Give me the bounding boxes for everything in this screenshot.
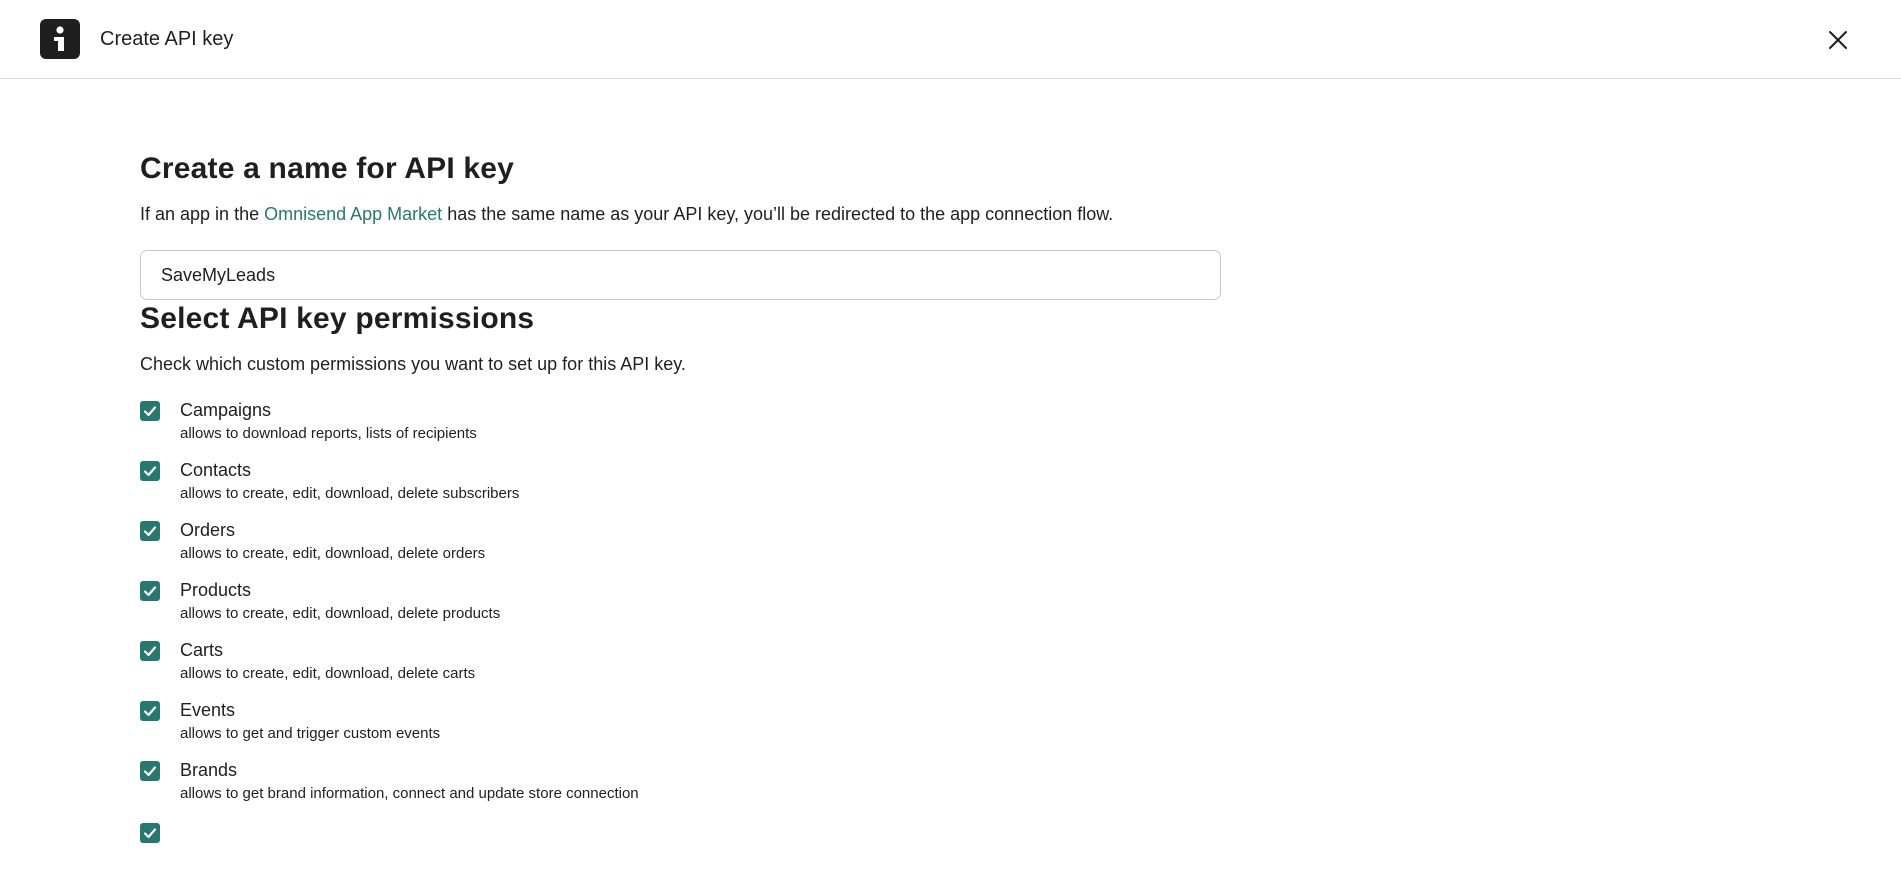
desc-text-before: If an app in the (140, 204, 265, 224)
permission-description: allows to create, edit, download, delete… (180, 545, 486, 562)
permission-item-campaigns[interactable]: Campaigns allows to download reports, li… (140, 398, 1240, 458)
omnisend-logo-icon (40, 19, 80, 59)
check-icon (143, 526, 157, 537)
permission-label: Campaigns (180, 400, 272, 420)
check-icon (143, 766, 157, 777)
check-icon (143, 466, 157, 477)
permission-label: Events (180, 700, 236, 720)
dialog-content: Create a name for API key If an app in t… (140, 150, 1240, 880)
permission-description: allows to create, edit, download, delete… (180, 605, 501, 622)
permissions-list: Campaigns allows to download reports, li… (140, 398, 1240, 880)
permission-description: allows to create, edit, download, delete… (180, 485, 520, 502)
permission-item-partial[interactable] (140, 820, 1240, 880)
permission-item-contacts[interactable]: Contacts allows to create, edit, downloa… (140, 458, 1240, 518)
close-icon[interactable] (1822, 24, 1854, 56)
check-icon (143, 706, 157, 717)
permission-label: Carts (180, 640, 224, 660)
check-icon (143, 586, 157, 597)
permission-description: allows to create, edit, download, delete… (180, 665, 476, 682)
permission-description: allows to download reports, lists of rec… (180, 425, 477, 442)
permission-label: Contacts (180, 460, 252, 480)
permission-item-orders[interactable]: Orders allows to create, edit, download,… (140, 518, 1240, 578)
permission-label: Products (180, 580, 252, 600)
brands-checkbox[interactable] (140, 761, 160, 781)
permission-label: Orders (180, 520, 236, 540)
name-section-description: If an app in the Omnisend App Market has… (140, 202, 1240, 226)
campaigns-checkbox[interactable] (140, 401, 160, 421)
contacts-checkbox[interactable] (140, 461, 160, 481)
permission-item-products[interactable]: Products allows to create, edit, downloa… (140, 578, 1240, 638)
check-icon (143, 828, 157, 839)
dialog-title: Create API key (100, 28, 234, 50)
dialog-header: Create API key (0, 0, 1901, 79)
partial-checkbox[interactable] (140, 823, 160, 843)
permissions-section-title: Select API key permissions (140, 302, 535, 335)
api-key-name-input[interactable] (140, 250, 1221, 300)
permission-item-carts[interactable]: Carts allows to create, edit, download, … (140, 638, 1240, 698)
permissions-section-description: Check which custom permissions you want … (140, 354, 686, 374)
name-section-title: Create a name for API key (140, 152, 515, 185)
permission-description: allows to get and trigger custom events (180, 725, 441, 742)
permission-label: Brands (180, 760, 238, 780)
check-icon (143, 406, 157, 417)
orders-checkbox[interactable] (140, 521, 160, 541)
permission-description: allows to get brand information, connect… (180, 785, 639, 802)
desc-text-after: has the same name as your API key, you’l… (442, 204, 1114, 224)
app-market-link[interactable]: Omnisend App Market (264, 204, 442, 224)
permission-item-events[interactable]: Events allows to get and trigger custom … (140, 698, 1240, 758)
permission-item-brands[interactable]: Brands allows to get brand information, … (140, 758, 1240, 818)
products-checkbox[interactable] (140, 581, 160, 601)
close-button[interactable] (1822, 24, 1854, 56)
check-icon (143, 646, 157, 657)
carts-checkbox[interactable] (140, 641, 160, 661)
events-checkbox[interactable] (140, 701, 160, 721)
